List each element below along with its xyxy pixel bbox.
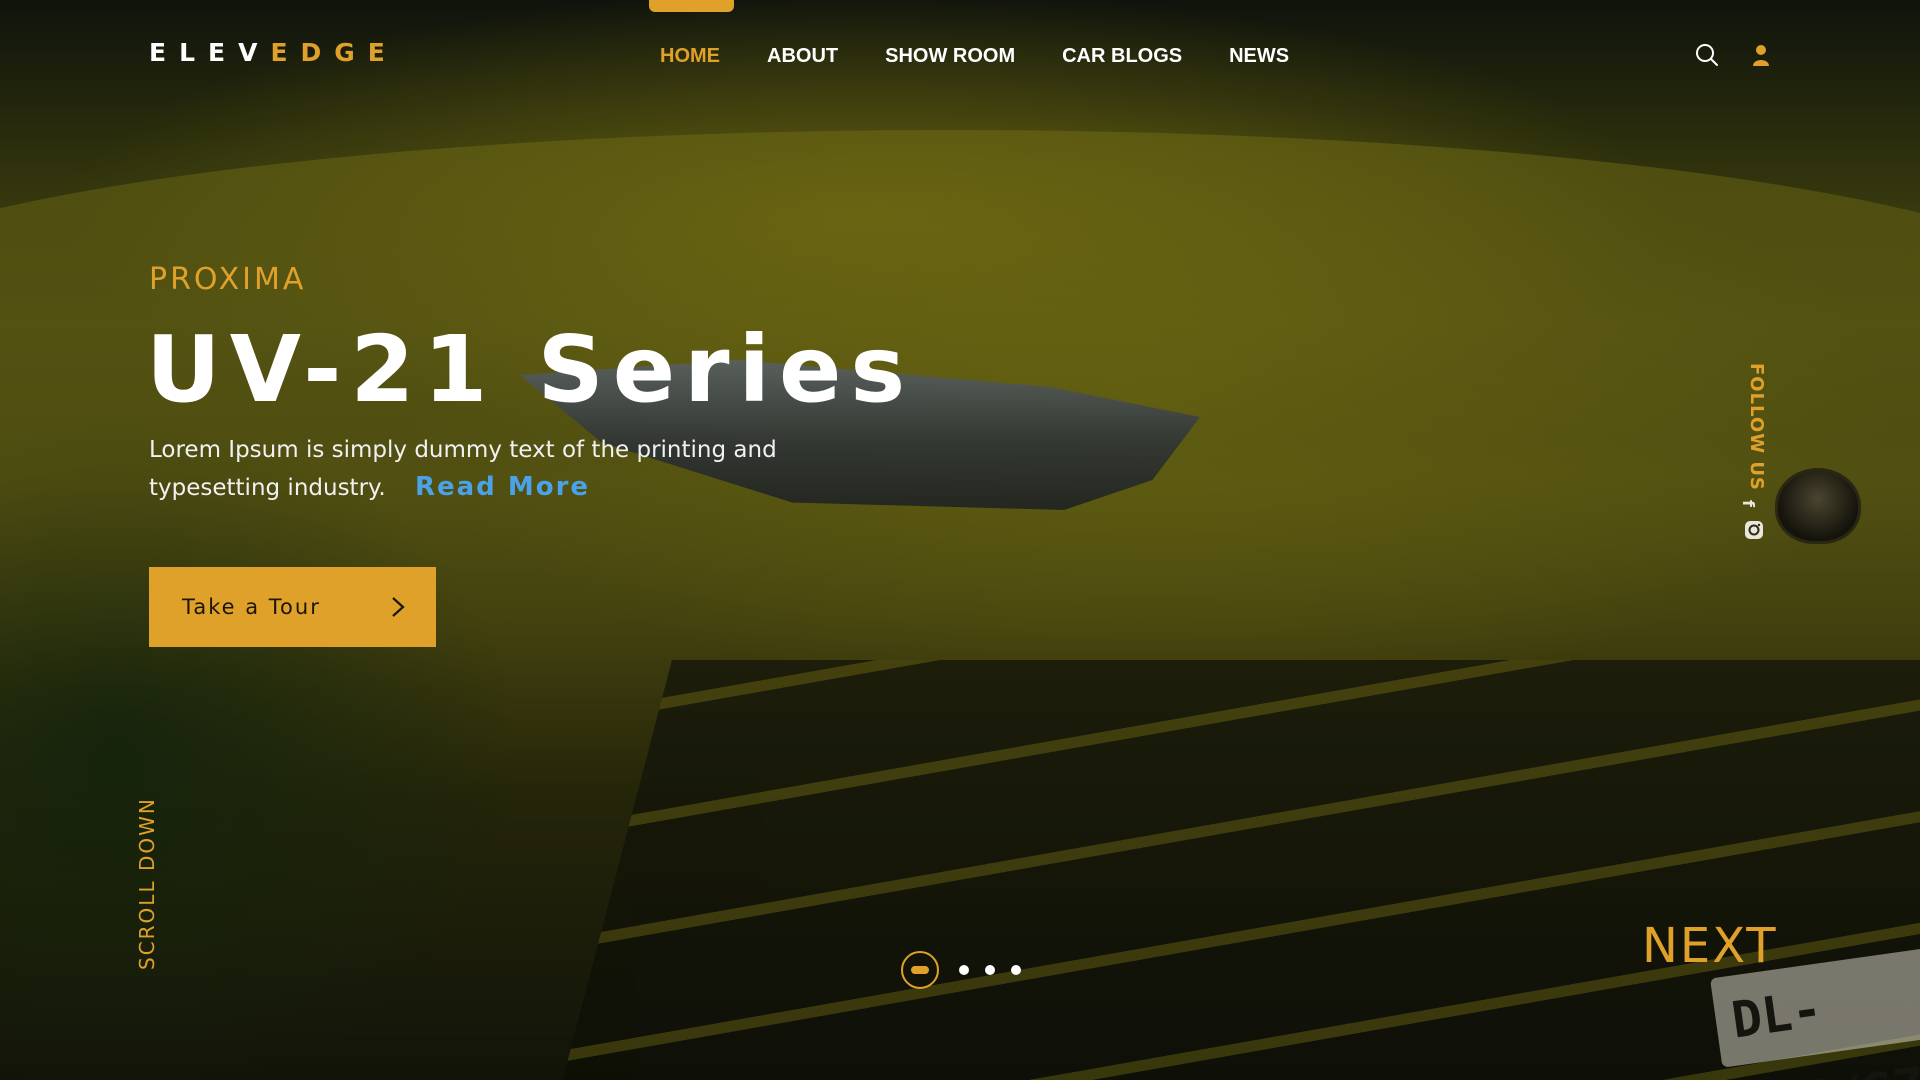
hero-eyebrow: PROXIMA bbox=[149, 262, 307, 297]
read-more-link[interactable]: Read More bbox=[415, 472, 590, 502]
hero-background-image: DL-3TC/SZ bbox=[0, 0, 1920, 1080]
slider-dot-active[interactable] bbox=[901, 951, 939, 989]
logo[interactable]: ELEVEDGE bbox=[149, 38, 398, 67]
slider-pagination bbox=[901, 951, 1037, 989]
search-icon[interactable] bbox=[1694, 42, 1720, 68]
main-nav: HOME ABOUT SHOW ROOM CAR BLOGS NEWS bbox=[660, 42, 1336, 70]
nav-item-car-blogs[interactable]: CAR BLOGS bbox=[1062, 42, 1182, 70]
user-icon[interactable] bbox=[1748, 42, 1774, 68]
follow-us-label: FOLLOW US bbox=[1746, 363, 1767, 491]
scroll-down-label[interactable]: SCROLL DOWN bbox=[135, 797, 159, 970]
facebook-icon[interactable]: f bbox=[1739, 500, 1758, 507]
logo-text-accent: EDGE bbox=[270, 38, 398, 67]
nav-item-news[interactable]: NEWS bbox=[1229, 42, 1289, 70]
logo-text: ELEV bbox=[149, 38, 271, 67]
nav-item-home[interactable]: HOME bbox=[660, 42, 720, 70]
next-slide-button[interactable]: NEXT bbox=[1642, 918, 1778, 974]
nav-active-indicator bbox=[649, 0, 734, 12]
hero-description: Lorem Ipsum is simply dummy text of the … bbox=[149, 432, 869, 507]
chevron-right-icon bbox=[392, 597, 405, 617]
take-a-tour-button[interactable]: Take a Tour bbox=[149, 567, 436, 647]
instagram-icon[interactable] bbox=[1744, 520, 1764, 540]
slider-dot[interactable] bbox=[959, 965, 969, 975]
slider-dot[interactable] bbox=[985, 965, 995, 975]
car-badge bbox=[1775, 468, 1861, 544]
nav-item-show-room[interactable]: SHOW ROOM bbox=[885, 42, 1015, 70]
hero-title: UV-21 Series bbox=[146, 316, 915, 423]
slider-dot[interactable] bbox=[1011, 965, 1021, 975]
nav-item-about[interactable]: ABOUT bbox=[767, 42, 838, 70]
take-a-tour-label: Take a Tour bbox=[182, 595, 321, 619]
